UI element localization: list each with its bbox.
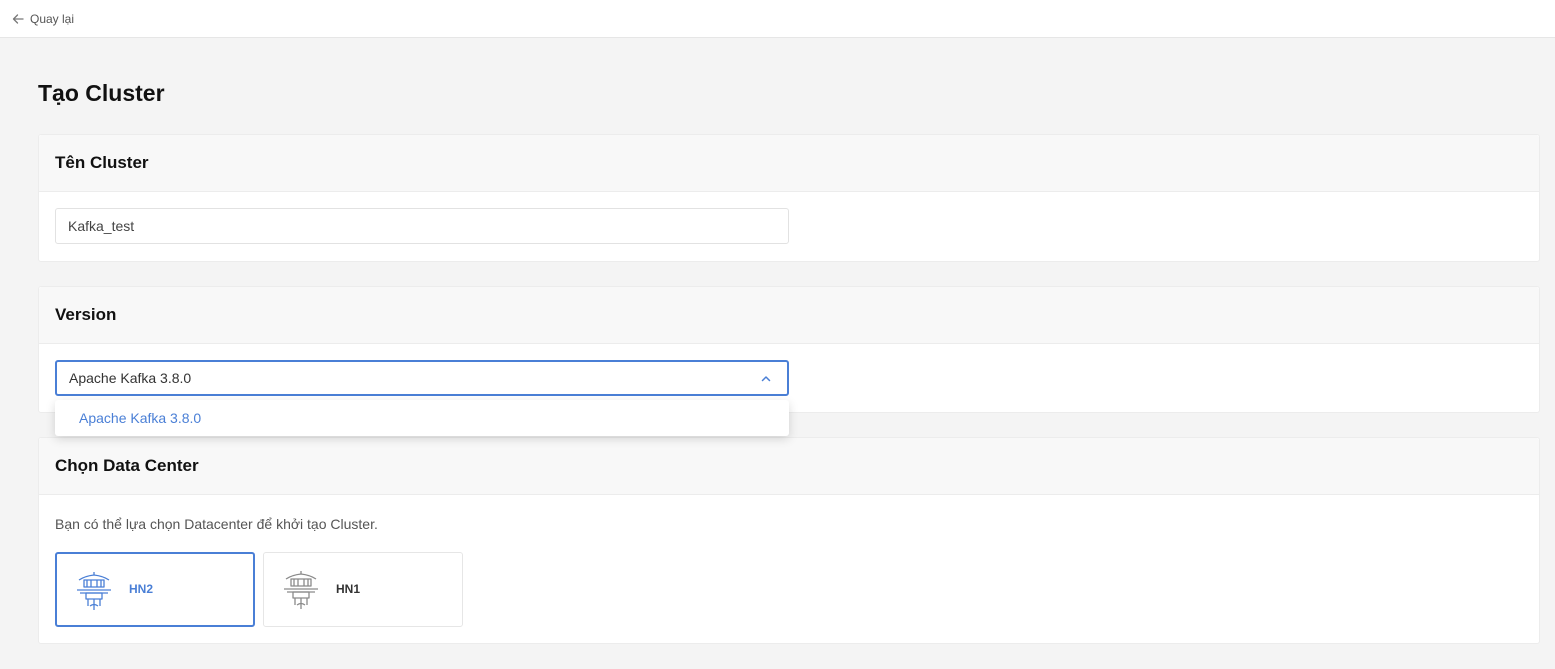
version-heading: Version <box>55 305 117 324</box>
pagoda-icon <box>282 569 320 616</box>
cluster-name-card: Tên Cluster Kafka_test <box>38 134 1540 262</box>
page-title: Tạo Cluster <box>38 80 165 106</box>
version-select[interactable]: Apache Kafka 3.8.0 <box>55 360 789 396</box>
arrow-left-icon <box>12 13 24 25</box>
version-select-value: Apache Kafka 3.8.0 <box>69 370 192 386</box>
datacenter-label: HN2 <box>129 582 154 596</box>
cluster-name-input[interactable]: Kafka_test <box>55 208 789 244</box>
version-dropdown-menu: Apache Kafka 3.8.0 <box>55 400 789 436</box>
cluster-name-heading: Tên Cluster <box>55 153 149 172</box>
version-card: Version Apache Kafka 3.8.0 <box>38 286 1540 413</box>
datacenter-card: Chọn Data Center Bạn có thể lựa chọn Dat… <box>38 437 1540 644</box>
chevron-up-icon <box>761 375 771 382</box>
datacenter-label: HN1 <box>336 582 361 596</box>
version-option[interactable]: Apache Kafka 3.8.0 <box>79 410 201 426</box>
datacenter-option-hn1[interactable]: HN1 <box>263 552 463 627</box>
top-bar: Quay lại <box>0 0 1555 38</box>
datacenter-card-header: Chọn Data Center <box>39 438 1539 495</box>
back-label: Quay lại <box>30 11 75 26</box>
datacenter-option-hn2[interactable]: HN2 <box>55 552 255 627</box>
datacenter-description: Bạn có thể lựa chọn Datacenter để khởi t… <box>55 516 378 532</box>
cluster-name-card-header: Tên Cluster <box>39 135 1539 192</box>
version-card-header: Version <box>39 287 1539 344</box>
pagoda-icon <box>75 570 113 617</box>
datacenter-heading: Chọn Data Center <box>55 456 199 475</box>
back-link[interactable]: Quay lại <box>12 12 74 26</box>
